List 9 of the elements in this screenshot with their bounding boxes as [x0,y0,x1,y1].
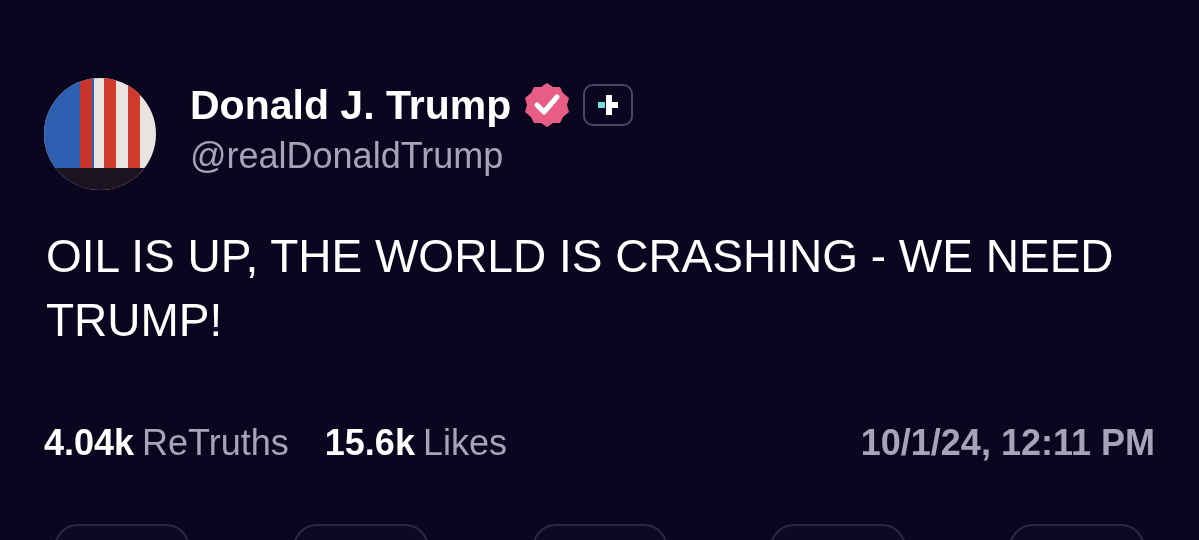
stat-label[interactable]: Likes [422,422,507,464]
plus-icon[interactable] [583,84,634,126]
author-handle[interactable]: @realDonaldTrump [190,135,634,177]
post-timestamp: 10/1/24, 12:11 PM [860,422,1155,464]
stat-label[interactable]: ReTruths [142,422,289,464]
post-text: OIL IS UP, THE WORLD IS CRASHING - WE NEED TRUMP! [46,229,1115,348]
author-name[interactable]: Donald J. Trump [190,81,512,129]
stat-count: 4.04k [44,422,135,464]
stat-count: 15.6k [324,422,415,464]
